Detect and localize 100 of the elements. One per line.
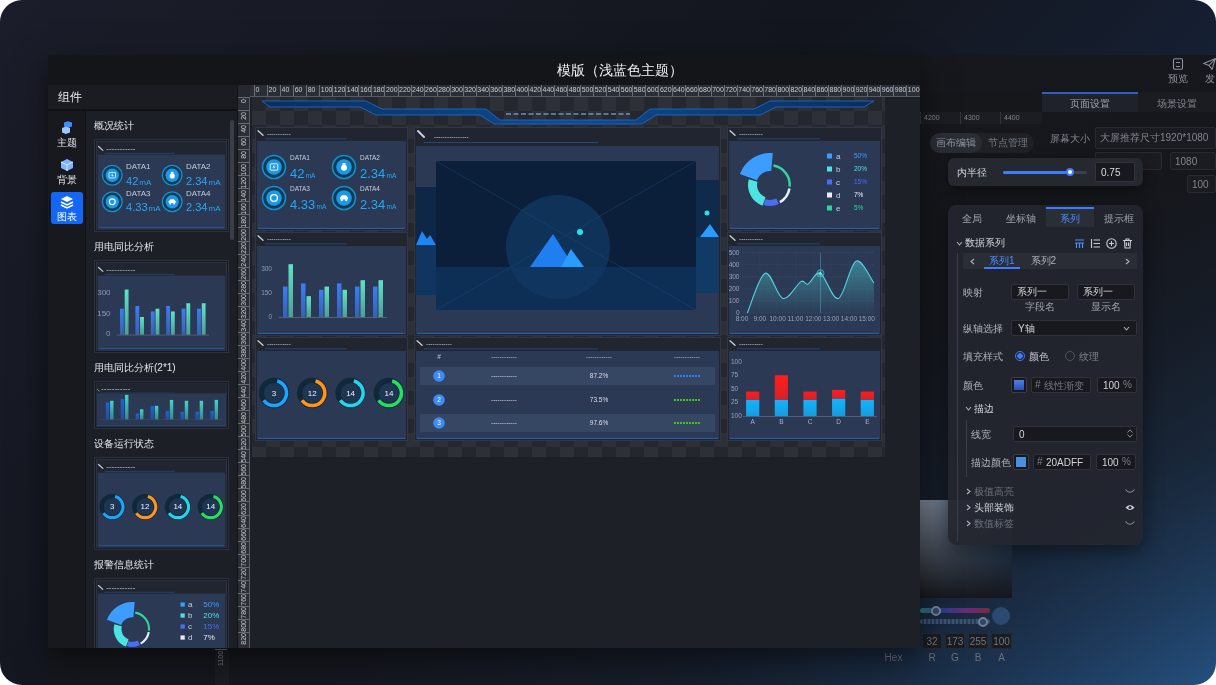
stat-value: 42 [290,166,305,181]
toolbar-button[interactable]: 预览 [1168,58,1188,84]
mode-tab[interactable]: 节点管理 [982,133,1034,153]
color-swatch-icon[interactable] [1011,377,1027,393]
list-icon[interactable] [1090,237,1101,249]
pencil-icon [97,266,104,272]
pencil-icon [257,130,264,137]
color-swatch-icon[interactable] [1013,454,1029,470]
lightning-icon [101,164,123,186]
pencil-icon [97,145,104,151]
stat-value: 2.34 [360,166,386,181]
axis-tick-label: 0 [106,329,111,339]
stat-label: DATA1 [125,162,151,172]
layout-icon[interactable] [1074,237,1085,249]
series-tab[interactable]: 系列1 [984,253,1020,269]
mapping-field[interactable]: 系列一 [1011,284,1069,300]
channel-label: Hex [883,652,904,663]
bulb-icon [161,164,183,186]
widget-title: ----------- [106,461,136,471]
axis-select[interactable]: Y轴 [1011,320,1137,336]
color-value-field[interactable]: 173 [945,633,965,649]
section-toggle[interactable]: 描边 [965,401,994,416]
section-toggle[interactable]: 数据系列 [956,237,1005,249]
component-thumbnail[interactable]: ----------- [94,381,229,429]
eye-closed-icon[interactable] [1125,488,1135,495]
panel-tab[interactable]: 全局 [948,207,997,227]
radio-option[interactable]: 纹理 [1065,348,1099,364]
slider-thumb[interactable] [978,616,988,627]
component-thumbnail[interactable]: ----------- 3 12 14 14 [94,457,229,550]
gauge-value: 3 [110,502,115,512]
category-title: 用电同比分析(2*1) [94,361,177,375]
axis-tick-label: 300 [97,288,111,298]
gauge-value: 14 [206,502,216,512]
slider-thumb[interactable] [931,605,942,616]
value-field[interactable]: 0.75 [1095,162,1135,182]
widget-title: ----------- [101,384,131,394]
opacity-field[interactable]: 100 [1187,175,1216,193]
ring-icon [101,191,123,213]
component-thumbnail[interactable]: ----------- 0 150 300 [94,260,229,353]
field-label: 映射 [963,285,984,300]
stat-label: DATA4 [185,188,211,198]
number-field[interactable]: 0 [1013,426,1137,442]
stat-value: 4.33 [290,197,316,212]
alpha-slider[interactable] [920,619,990,624]
nav-tab[interactable]: 图表 [51,192,83,224]
eye-closed-icon[interactable] [1125,520,1135,527]
radio-option[interactable]: 颜色 [1015,348,1049,364]
tablet-icon [1172,58,1184,70]
legend-label: d [836,190,841,200]
field-label: 纵轴选择 [963,321,1004,336]
box-icon [60,157,74,172]
field-label: 屏幕大小 [1050,131,1091,146]
height-field[interactable]: 1080 [1170,152,1216,170]
field-label: 颜色 [963,378,984,393]
channel-label: B [973,652,983,663]
pencil-icon [257,235,264,242]
toolbar-button[interactable]: 发 [1203,58,1216,84]
field-label: 填充样式 [963,349,1004,364]
hue-slider[interactable] [920,608,990,613]
channel-label: R [927,652,937,663]
panel-tab[interactable]: 系列 [1045,207,1095,227]
stat-unit: mA [139,177,152,187]
pencil-icon [97,389,100,392]
caret-up-icon[interactable] [1127,429,1133,433]
eye-icon[interactable] [1125,504,1135,511]
stat-value: 4.33 [125,201,148,214]
layers-icon [60,194,74,209]
panel-tab[interactable]: 坐标轴 [996,207,1046,227]
mapping-field[interactable]: 系列一 [1077,284,1135,300]
color-value-field[interactable]: 100 [991,633,1012,649]
settings-tab[interactable]: 页面设置 [1042,92,1138,112]
category-title: 用电同比分析 [94,240,155,254]
section-toggle[interactable]: 头部装饰 [965,501,1014,514]
stat-unit: mA [208,204,221,214]
nav-tab[interactable]: 背景 [51,155,83,187]
field-label: 内半径 [957,165,988,180]
caret-down-icon[interactable] [1127,434,1133,438]
mode-tab[interactable]: 画布编辑 [930,133,982,153]
screen-size-field[interactable]: 大屏推荐尺寸1920*1080 [1095,127,1216,149]
color-value-field[interactable]: 255 [968,633,988,649]
add-icon[interactable] [1106,237,1117,249]
panel-tab[interactable]: 提示框 [1094,207,1143,227]
series-tab[interactable]: 系列2 [1025,253,1062,269]
car-icon [331,185,357,211]
nav-tab[interactable]: 主题 [51,118,83,150]
settings-tab[interactable]: 场景设置 [1138,92,1216,112]
slider-thumb[interactable] [1066,168,1075,176]
ring-icon [261,185,287,211]
pencil-icon [729,340,736,347]
slider-track[interactable] [1003,170,1087,174]
cube-icon [60,120,74,135]
delete-icon[interactable] [1122,237,1133,249]
panel-title: 组件 [58,89,82,106]
stat-label: DATA3 [125,188,151,198]
lightning-icon [261,154,287,180]
component-thumbnail[interactable]: ----------- DATA1 42mA DATA2 2.34 mA DATA3 4.33 mA DATA4 2.34 mA [94,139,229,232]
stat-value: 2.34 [360,197,386,212]
legend-label: a [836,151,841,161]
paper-plane-icon [1203,58,1216,70]
legend-label: b [836,164,841,174]
